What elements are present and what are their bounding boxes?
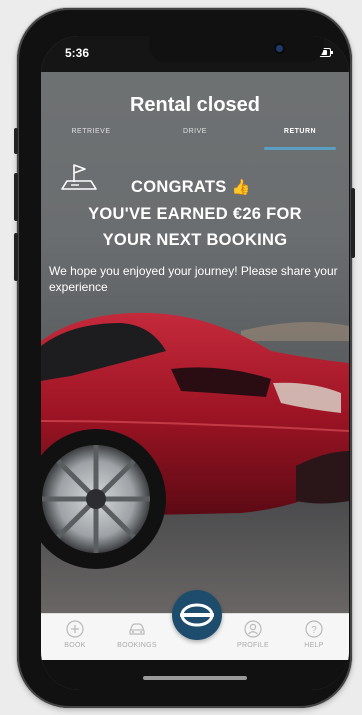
- tab-retrieve[interactable]: RETRIEVE: [46, 128, 136, 135]
- tab-help[interactable]: ? HELP: [284, 620, 344, 649]
- thumbs-up-icon: 👍: [231, 179, 251, 196]
- status-time: 5:36: [65, 46, 90, 60]
- help-icon: ?: [305, 620, 323, 638]
- tab-profile[interactable]: PROFILE: [223, 620, 283, 649]
- car-image: [41, 312, 349, 621]
- tab-book[interactable]: BOOK: [45, 620, 105, 649]
- phone-notch: [149, 36, 324, 62]
- tab-return[interactable]: RETURN: [255, 128, 345, 135]
- volume-up-button: [14, 173, 18, 221]
- volume-down-button: [14, 233, 18, 281]
- tab-bookings[interactable]: BOOKINGS: [107, 620, 167, 649]
- mute-switch: [14, 128, 18, 154]
- plus-circle-icon: [66, 620, 84, 638]
- home-bar: [41, 660, 349, 690]
- app-screen: 5:36 .... Rental closed RETRIEVE DRIVE R…: [41, 36, 349, 690]
- page-title: Rental closed: [129, 94, 261, 116]
- home-indicator[interactable]: [143, 676, 247, 680]
- car-icon: [129, 623, 145, 635]
- svg-text:?: ?: [311, 625, 317, 636]
- tab-profile-label: PROFILE: [236, 642, 270, 649]
- congrats-booking: YOUR NEXT BOOKING: [102, 231, 288, 249]
- tab-help-label: HELP: [304, 642, 324, 649]
- profile-icon: [244, 620, 262, 638]
- brand-logo-icon: [180, 603, 214, 627]
- rental-steps-tabs: RETRIEVE DRIVE RETURN: [41, 128, 349, 150]
- feedback-prompt: We hope you enjoyed your journey! Please…: [49, 264, 338, 294]
- congrats-message: CONGRATS 👍 YOU'VE EARNED €26 FOR YOUR NE…: [41, 174, 349, 253]
- congrats-heading: CONGRATS: [131, 178, 227, 196]
- tab-book-label: BOOK: [64, 642, 86, 649]
- active-tab-indicator: [264, 147, 336, 150]
- tab-drive[interactable]: DRIVE: [150, 128, 240, 135]
- tab-bookings-label: BOOKINGS: [117, 642, 157, 649]
- power-button: [351, 188, 355, 258]
- congrats-reward: YOU'VE EARNED €26 FOR: [88, 205, 302, 223]
- center-action-button[interactable]: [172, 590, 222, 640]
- camera-icon: [276, 45, 283, 52]
